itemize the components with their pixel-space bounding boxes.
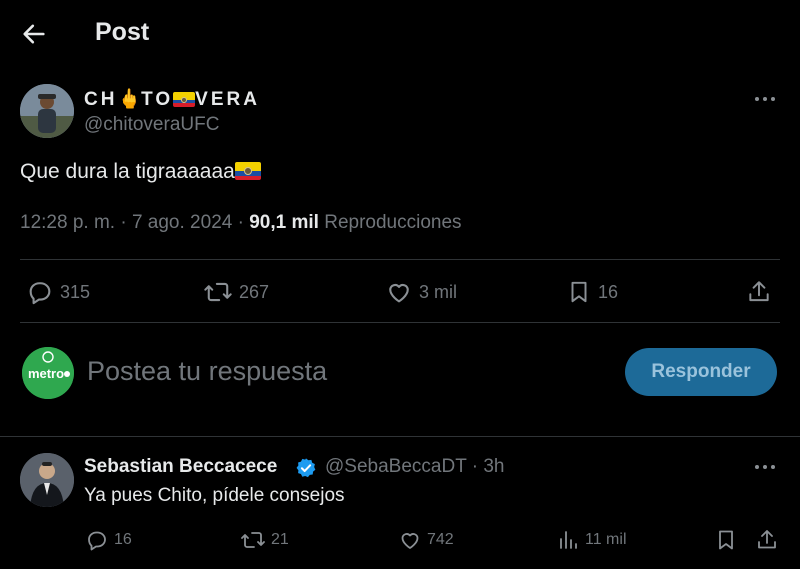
repost-icon: [241, 532, 265, 548]
post-date[interactable]: 7 ago. 2024: [132, 212, 232, 233]
reply-share-button[interactable]: [755, 528, 779, 552]
reply-view-count: 11 mil: [585, 531, 627, 548]
bookmark-icon: [571, 281, 587, 303]
bookmark-icon: [719, 530, 733, 550]
ecuador-flag-icon: [173, 92, 196, 107]
reply-count: 315: [60, 281, 91, 302]
reply-more-options-icon[interactable]: [755, 463, 779, 471]
back-arrow-icon[interactable]: [20, 20, 48, 48]
share-button[interactable]: [746, 278, 772, 306]
reply-like-button[interactable]: 742: [398, 528, 454, 552]
post-text: Que dura la tigraaaaaa: [20, 160, 261, 184]
reply-author-avatar[interactable]: [20, 453, 74, 507]
like-count: 3 mil: [419, 281, 458, 302]
divider: [20, 322, 780, 323]
like-button[interactable]: 3 mil: [385, 278, 457, 306]
share-icon: [758, 530, 776, 549]
user-avatar[interactable]: metro: [22, 347, 74, 399]
reply-bookmark-button[interactable]: [714, 528, 738, 552]
view-count: 90,1 mil: [249, 212, 319, 233]
view-count-label: Reproducciones: [324, 212, 462, 233]
reply-age: 3h: [483, 456, 505, 477]
metro-logo-icon: metro: [22, 347, 74, 399]
divider: [20, 259, 780, 260]
reply-views-button[interactable]: 11 mil: [556, 528, 627, 552]
analytics-icon: [560, 531, 577, 549]
reply-like-count: 742: [427, 531, 454, 548]
reply-repost-button[interactable]: 21: [240, 528, 289, 552]
repost-count: 267: [239, 281, 270, 302]
post-time[interactable]: 12:28 p. m.: [20, 212, 115, 233]
metro-logo-label: metro: [28, 366, 64, 381]
respond-button[interactable]: Responder: [625, 348, 777, 396]
author-avatar[interactable]: [20, 84, 74, 138]
reply-author-name[interactable]: Sebastian Beccacece: [84, 456, 277, 478]
reply-repost-count: 21: [271, 531, 289, 548]
author-handle[interactable]: @chitoveraUFC: [84, 114, 219, 136]
reply-input[interactable]: Postea tu respuesta: [87, 356, 327, 387]
divider: [0, 436, 800, 437]
bookmark-button[interactable]: 16: [566, 278, 618, 306]
author-display-name[interactable]: CH🖕TO VERA: [84, 87, 260, 111]
reply-icon: [88, 531, 106, 551]
share-icon: [749, 281, 769, 302]
verified-badge-icon: [296, 458, 316, 478]
more-options-icon[interactable]: [755, 95, 779, 103]
post-meta: 12:28 p. m. · 7 ago. 2024 · 90,1 mil Rep…: [20, 212, 462, 233]
heart-icon: [401, 533, 419, 549]
reply-author-handle[interactable]: @SebaBeccaDT · 3h: [325, 456, 504, 478]
repost-icon: [204, 282, 232, 302]
reply-text: Ya pues Chito, pídele consejos: [84, 485, 345, 506]
page-title: Post: [95, 18, 150, 46]
reply-icon: [29, 282, 51, 305]
hand-emoji-icon: 🖕: [117, 89, 142, 110]
heart-icon: [389, 283, 409, 303]
bookmark-count: 16: [598, 281, 619, 302]
reply-reply-button[interactable]: 16: [85, 528, 132, 552]
reply-reply-count: 16: [114, 531, 132, 548]
reply-button[interactable]: 315: [26, 278, 90, 306]
ecuador-flag-icon: [234, 162, 261, 180]
top-bar: Post: [0, 0, 800, 68]
repost-button[interactable]: 267: [203, 278, 269, 306]
